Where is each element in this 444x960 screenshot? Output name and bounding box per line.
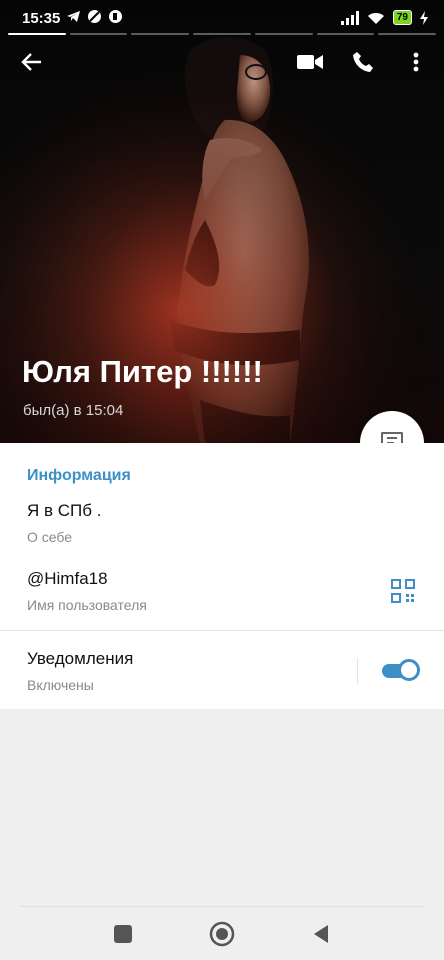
- app-icon: [108, 9, 123, 24]
- back-nav-button[interactable]: [310, 923, 332, 945]
- notifications-title: Уведомления: [27, 649, 134, 668]
- profile-name: Юля Питер !!!!!!: [22, 354, 263, 389]
- bio-label: О себе: [27, 529, 73, 545]
- signal-icon: [340, 10, 359, 25]
- phone-icon: [353, 52, 373, 72]
- video-call-button[interactable]: [295, 48, 325, 76]
- system-nav-bar: [20, 906, 424, 960]
- arrow-left-icon: [21, 53, 41, 71]
- story-segment: [69, 33, 128, 35]
- last-seen-status: был(а) в 15:04: [23, 402, 124, 419]
- home-button[interactable]: [209, 921, 235, 947]
- toggle-knob: [398, 659, 420, 681]
- profile-header: 15:35 79 Юля Питер !!!!!! был(а) в 15:04: [0, 0, 444, 443]
- status-right-icons: 79: [340, 10, 428, 25]
- charging-icon: [420, 10, 428, 25]
- qr-code-icon[interactable]: [391, 579, 415, 603]
- notifications-toggle[interactable]: [382, 657, 420, 683]
- story-segment: [378, 33, 437, 35]
- divider: [0, 630, 444, 631]
- bio-value: Я в СПб .: [27, 501, 102, 520]
- info-card: Информация Я в СПб . О себе @Himfa18 Имя…: [0, 443, 444, 709]
- status-notification-icons: [66, 9, 123, 24]
- story-segment: [254, 33, 313, 35]
- status-time: 15:35: [22, 10, 61, 27]
- username-value: @Himfa18: [27, 569, 108, 588]
- back-button[interactable]: [18, 48, 46, 76]
- story-segment: [131, 33, 190, 35]
- status-bar: 15:35 79: [0, 0, 444, 34]
- story-segment: [193, 33, 251, 35]
- call-button[interactable]: [349, 48, 377, 76]
- more-options-button[interactable]: [402, 48, 430, 76]
- vertical-divider: [357, 658, 358, 684]
- wifi-icon: [367, 12, 384, 24]
- blocked-icon: [87, 9, 102, 24]
- story-segment: [8, 33, 66, 35]
- story-progress: [8, 33, 437, 35]
- section-title: Информация: [27, 467, 131, 484]
- notifications-status: Включены: [27, 677, 94, 693]
- toolbar: [0, 42, 444, 82]
- battery-indicator: 79: [392, 10, 412, 25]
- story-segment: [316, 33, 375, 35]
- recents-button[interactable]: [112, 923, 134, 945]
- more-vertical-icon: [413, 52, 419, 72]
- video-camera-icon: [297, 55, 323, 69]
- username-label: Имя пользователя: [27, 597, 147, 613]
- telegram-icon: [66, 9, 81, 24]
